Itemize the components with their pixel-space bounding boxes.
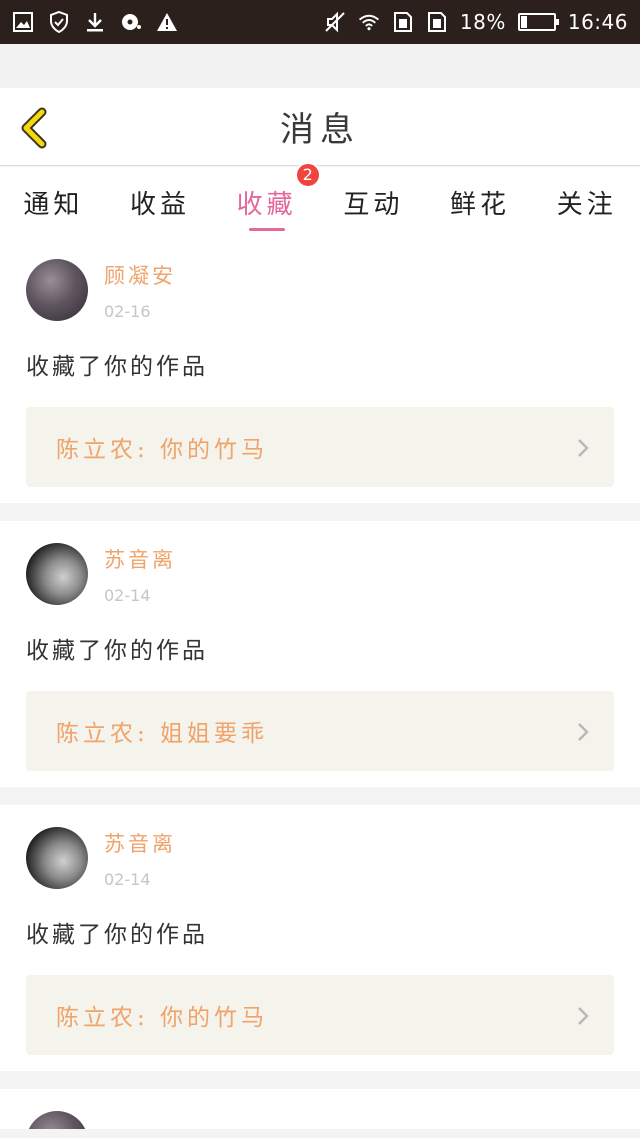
shield-icon: [48, 11, 70, 33]
wifi-icon: [358, 11, 380, 33]
chevron-right-icon: [578, 1007, 589, 1025]
message-card: 苏音离 02-14 收藏了你的作品 陈立农: 姐姐要乖: [0, 521, 640, 787]
message-date: 02-16: [104, 301, 151, 321]
status-bar: 18% 16:46: [0, 0, 640, 44]
chevron-right-icon: [578, 439, 589, 457]
action-text: 收藏了你的作品: [26, 638, 208, 664]
download-icon: [84, 11, 106, 33]
tab-income[interactable]: 收益: [107, 167, 214, 237]
tab-label: 收藏: [236, 189, 297, 220]
work-title: 陈立农: 你的竹马: [56, 437, 269, 463]
page-title: 消息: [280, 110, 360, 150]
battery-percent: 18%: [459, 10, 506, 34]
top-spacer: [0, 44, 640, 88]
tab-notice[interactable]: 通知: [0, 167, 107, 237]
tab-flowers[interactable]: 鲜花: [427, 167, 534, 237]
tab-label: 收益: [130, 189, 191, 220]
clock: 16:46: [567, 10, 628, 34]
sim2-icon: [426, 11, 448, 33]
battery-fill: [520, 16, 527, 28]
tab-interaction[interactable]: 互动: [320, 167, 427, 237]
author-name[interactable]: 苏音离: [104, 544, 176, 574]
work-link[interactable]: 陈立农: 姐姐要乖: [26, 691, 614, 771]
app-header: 消息: [0, 88, 640, 166]
action-text: 收藏了你的作品: [26, 922, 208, 948]
avatar[interactable]: [26, 259, 88, 321]
message-date: 02-14: [104, 869, 151, 889]
work-link[interactable]: 陈立农: 你的竹马: [26, 407, 614, 487]
message-date: 02-14: [104, 585, 151, 605]
battery-icon: [517, 13, 559, 31]
avatar[interactable]: [26, 1111, 88, 1129]
message-card: 顾凝安 02-16 收藏了你的作品 陈立农: 你的竹马: [0, 237, 640, 503]
message-feed: 顾凝安 02-16 收藏了你的作品 陈立农: 你的竹马 苏音离 02-14 收藏…: [0, 237, 640, 1129]
tab-label-wrap: 收藏 2: [236, 161, 321, 221]
sim1-icon: [392, 11, 414, 33]
tab-favorites[interactable]: 收藏 2: [213, 161, 321, 237]
avatar[interactable]: [26, 827, 88, 889]
author-name[interactable]: 顾凝安: [104, 260, 176, 290]
work-title: 陈立农: 姐姐要乖: [56, 721, 269, 747]
work-title: 陈立农: 你的竹马: [56, 1005, 269, 1031]
work-link[interactable]: 陈立农: 你的竹马: [26, 975, 614, 1055]
tab-label: 互动: [343, 189, 404, 220]
message-card: [0, 1089, 640, 1129]
tab-label: 关注: [556, 189, 617, 220]
warning-icon: [156, 11, 178, 33]
chevron-right-icon: [578, 723, 589, 741]
author-name[interactable]: 苏音离: [104, 828, 176, 858]
tab-follow[interactable]: 关注: [533, 167, 640, 237]
active-tab-indicator: [248, 228, 285, 231]
tab-label: 通知: [23, 189, 84, 220]
tab-bar: 通知 收益 收藏 2 互动 鲜花 关注: [0, 161, 640, 237]
avatar[interactable]: [26, 543, 88, 605]
back-button[interactable]: [14, 106, 54, 150]
chevron-left-icon: [21, 107, 47, 149]
unread-badge: 2: [294, 161, 321, 188]
gallery-icon: [12, 11, 34, 33]
mute-icon: [324, 11, 346, 33]
cd-icon: [120, 11, 142, 33]
tab-label: 鲜花: [450, 189, 511, 220]
message-card: 苏音离 02-14 收藏了你的作品 陈立农: 你的竹马: [0, 805, 640, 1071]
action-text: 收藏了你的作品: [26, 354, 208, 380]
